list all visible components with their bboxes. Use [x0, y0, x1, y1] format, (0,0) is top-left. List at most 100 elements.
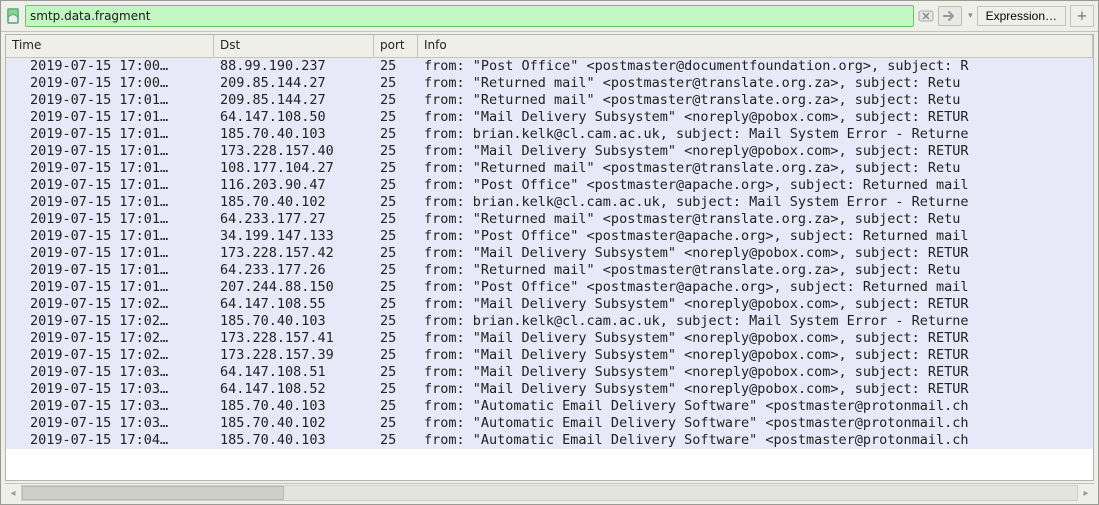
- cell-info: from: "Returned mail" <postmaster@transl…: [418, 92, 1093, 109]
- cell-dst: 185.70.40.102: [214, 194, 374, 211]
- packet-row[interactable]: 2019-07-15 17:01…64.233.177.2625from: "R…: [6, 262, 1093, 279]
- cell-info: from: brian.kelk@cl.cam.ac.uk, subject: …: [418, 194, 1093, 211]
- cell-info: from: "Automatic Email Delivery Software…: [418, 432, 1093, 449]
- packet-row[interactable]: 2019-07-15 17:03…64.147.108.5125from: "M…: [6, 364, 1093, 381]
- cell-dst: 173.228.157.41: [214, 330, 374, 347]
- cell-dst: 185.70.40.103: [214, 398, 374, 415]
- cell-info: from: "Post Office" <postmaster@apache.o…: [418, 228, 1093, 245]
- packet-row[interactable]: 2019-07-15 17:01…209.85.144.2725from: "R…: [6, 92, 1093, 109]
- expression-button[interactable]: Expression…: [977, 6, 1066, 26]
- cell-port: 25: [374, 330, 418, 347]
- packet-row[interactable]: 2019-07-15 17:01…185.70.40.10325from: br…: [6, 126, 1093, 143]
- cell-port: 25: [374, 75, 418, 92]
- cell-info: from: "Mail Delivery Subsystem" <noreply…: [418, 296, 1093, 313]
- cell-dst: 108.177.104.27: [214, 160, 374, 177]
- cell-port: 25: [374, 296, 418, 313]
- packet-row[interactable]: 2019-07-15 17:02…173.228.157.3925from: "…: [6, 347, 1093, 364]
- cell-info: from: "Post Office" <postmaster@document…: [418, 58, 1093, 75]
- filter-history-dropdown-icon[interactable]: ▾: [968, 11, 973, 21]
- cell-info: from: brian.kelk@cl.cam.ac.uk, subject: …: [418, 313, 1093, 330]
- cell-port: 25: [374, 160, 418, 177]
- cell-dst: 185.70.40.103: [214, 126, 374, 143]
- cell-dst: 185.70.40.102: [214, 415, 374, 432]
- filter-bookmark-icon[interactable]: [5, 8, 21, 24]
- packet-row[interactable]: 2019-07-15 17:02…185.70.40.10325from: br…: [6, 313, 1093, 330]
- cell-port: 25: [374, 415, 418, 432]
- packet-row[interactable]: 2019-07-15 17:03…64.147.108.5225from: "M…: [6, 381, 1093, 398]
- packet-row[interactable]: 2019-07-15 17:02…64.147.108.5525from: "M…: [6, 296, 1093, 313]
- cell-port: 25: [374, 228, 418, 245]
- cell-time: 2019-07-15 17:01…: [6, 262, 214, 279]
- packet-row[interactable]: 2019-07-15 17:01…173.228.157.4225from: "…: [6, 245, 1093, 262]
- clear-filter-icon[interactable]: [918, 8, 934, 24]
- cell-time: 2019-07-15 17:04…: [6, 432, 214, 449]
- cell-dst: 64.233.177.27: [214, 211, 374, 228]
- cell-info: from: brian.kelk@cl.cam.ac.uk, subject: …: [418, 126, 1093, 143]
- packet-row[interactable]: 2019-07-15 17:04…185.70.40.10325from: "A…: [6, 432, 1093, 449]
- cell-time: 2019-07-15 17:03…: [6, 398, 214, 415]
- cell-dst: 173.228.157.42: [214, 245, 374, 262]
- column-header-dst[interactable]: Dst: [214, 35, 374, 57]
- cell-dst: 209.85.144.27: [214, 92, 374, 109]
- cell-time: 2019-07-15 17:01…: [6, 194, 214, 211]
- cell-port: 25: [374, 109, 418, 126]
- packet-row[interactable]: 2019-07-15 17:01…64.233.177.2725from: "R…: [6, 211, 1093, 228]
- column-header-port[interactable]: port: [374, 35, 418, 57]
- add-filter-tab-button[interactable]: +: [1070, 5, 1094, 27]
- cell-port: 25: [374, 245, 418, 262]
- cell-dst: 64.233.177.26: [214, 262, 374, 279]
- packet-row[interactable]: 2019-07-15 17:01…34.199.147.13325from: "…: [6, 228, 1093, 245]
- packet-row[interactable]: 2019-07-15 17:03…185.70.40.10325from: "A…: [6, 398, 1093, 415]
- scrollbar-track[interactable]: [21, 485, 1078, 501]
- cell-info: from: "Returned mail" <postmaster@transl…: [418, 211, 1093, 228]
- packet-row[interactable]: 2019-07-15 17:00…209.85.144.2725from: "R…: [6, 75, 1093, 92]
- packet-row[interactable]: 2019-07-15 17:03…185.70.40.10225from: "A…: [6, 415, 1093, 432]
- cell-dst: 64.147.108.50: [214, 109, 374, 126]
- packet-row[interactable]: 2019-07-15 17:01…185.70.40.10225from: br…: [6, 194, 1093, 211]
- cell-info: from: "Post Office" <postmaster@apache.o…: [418, 279, 1093, 296]
- cell-info: from: "Returned mail" <postmaster@transl…: [418, 75, 1093, 92]
- column-header-info[interactable]: Info: [418, 35, 1093, 57]
- packet-list-pane: Time Dst port Info 2019-07-15 17:00…88.9…: [5, 34, 1094, 481]
- apply-filter-button[interactable]: [938, 6, 962, 26]
- cell-time: 2019-07-15 17:03…: [6, 364, 214, 381]
- scroll-right-arrow-icon[interactable]: ▸: [1078, 486, 1094, 500]
- cell-dst: 209.85.144.27: [214, 75, 374, 92]
- cell-info: from: "Automatic Email Delivery Software…: [418, 398, 1093, 415]
- packet-row[interactable]: 2019-07-15 17:02…173.228.157.4125from: "…: [6, 330, 1093, 347]
- cell-time: 2019-07-15 17:02…: [6, 296, 214, 313]
- column-header-time[interactable]: Time: [6, 35, 214, 57]
- packet-row[interactable]: 2019-07-15 17:01…207.244.88.15025from: "…: [6, 279, 1093, 296]
- cell-time: 2019-07-15 17:00…: [6, 58, 214, 75]
- display-filter-input[interactable]: [25, 5, 914, 27]
- cell-dst: 207.244.88.150: [214, 279, 374, 296]
- cell-info: from: "Mail Delivery Subsystem" <noreply…: [418, 143, 1093, 160]
- packet-row[interactable]: 2019-07-15 17:01…173.228.157.4025from: "…: [6, 143, 1093, 160]
- cell-time: 2019-07-15 17:01…: [6, 109, 214, 126]
- cell-time: 2019-07-15 17:01…: [6, 211, 214, 228]
- cell-dst: 34.199.147.133: [214, 228, 374, 245]
- scrollbar-thumb[interactable]: [22, 486, 284, 500]
- packet-row[interactable]: 2019-07-15 17:01…108.177.104.2725from: "…: [6, 160, 1093, 177]
- cell-port: 25: [374, 177, 418, 194]
- cell-time: 2019-07-15 17:01…: [6, 279, 214, 296]
- packet-row[interactable]: 2019-07-15 17:00…88.99.190.23725from: "P…: [6, 58, 1093, 75]
- cell-port: 25: [374, 313, 418, 330]
- cell-port: 25: [374, 364, 418, 381]
- cell-info: from: "Mail Delivery Subsystem" <noreply…: [418, 364, 1093, 381]
- cell-time: 2019-07-15 17:00…: [6, 75, 214, 92]
- cell-port: 25: [374, 279, 418, 296]
- packet-row[interactable]: 2019-07-15 17:01…64.147.108.5025from: "M…: [6, 109, 1093, 126]
- column-header-row: Time Dst port Info: [6, 35, 1093, 58]
- scroll-left-arrow-icon[interactable]: ◂: [5, 486, 21, 500]
- cell-dst: 173.228.157.39: [214, 347, 374, 364]
- packet-row[interactable]: 2019-07-15 17:01…116.203.90.4725from: "P…: [6, 177, 1093, 194]
- cell-time: 2019-07-15 17:01…: [6, 160, 214, 177]
- cell-info: from: "Mail Delivery Subsystem" <noreply…: [418, 245, 1093, 262]
- cell-info: from: "Mail Delivery Subsystem" <noreply…: [418, 381, 1093, 398]
- cell-port: 25: [374, 347, 418, 364]
- cell-time: 2019-07-15 17:01…: [6, 228, 214, 245]
- horizontal-scrollbar[interactable]: ◂ ▸: [5, 483, 1094, 502]
- cell-port: 25: [374, 194, 418, 211]
- packet-capture-window: ▾ Expression… + Time Dst port Info 2019-…: [0, 0, 1099, 505]
